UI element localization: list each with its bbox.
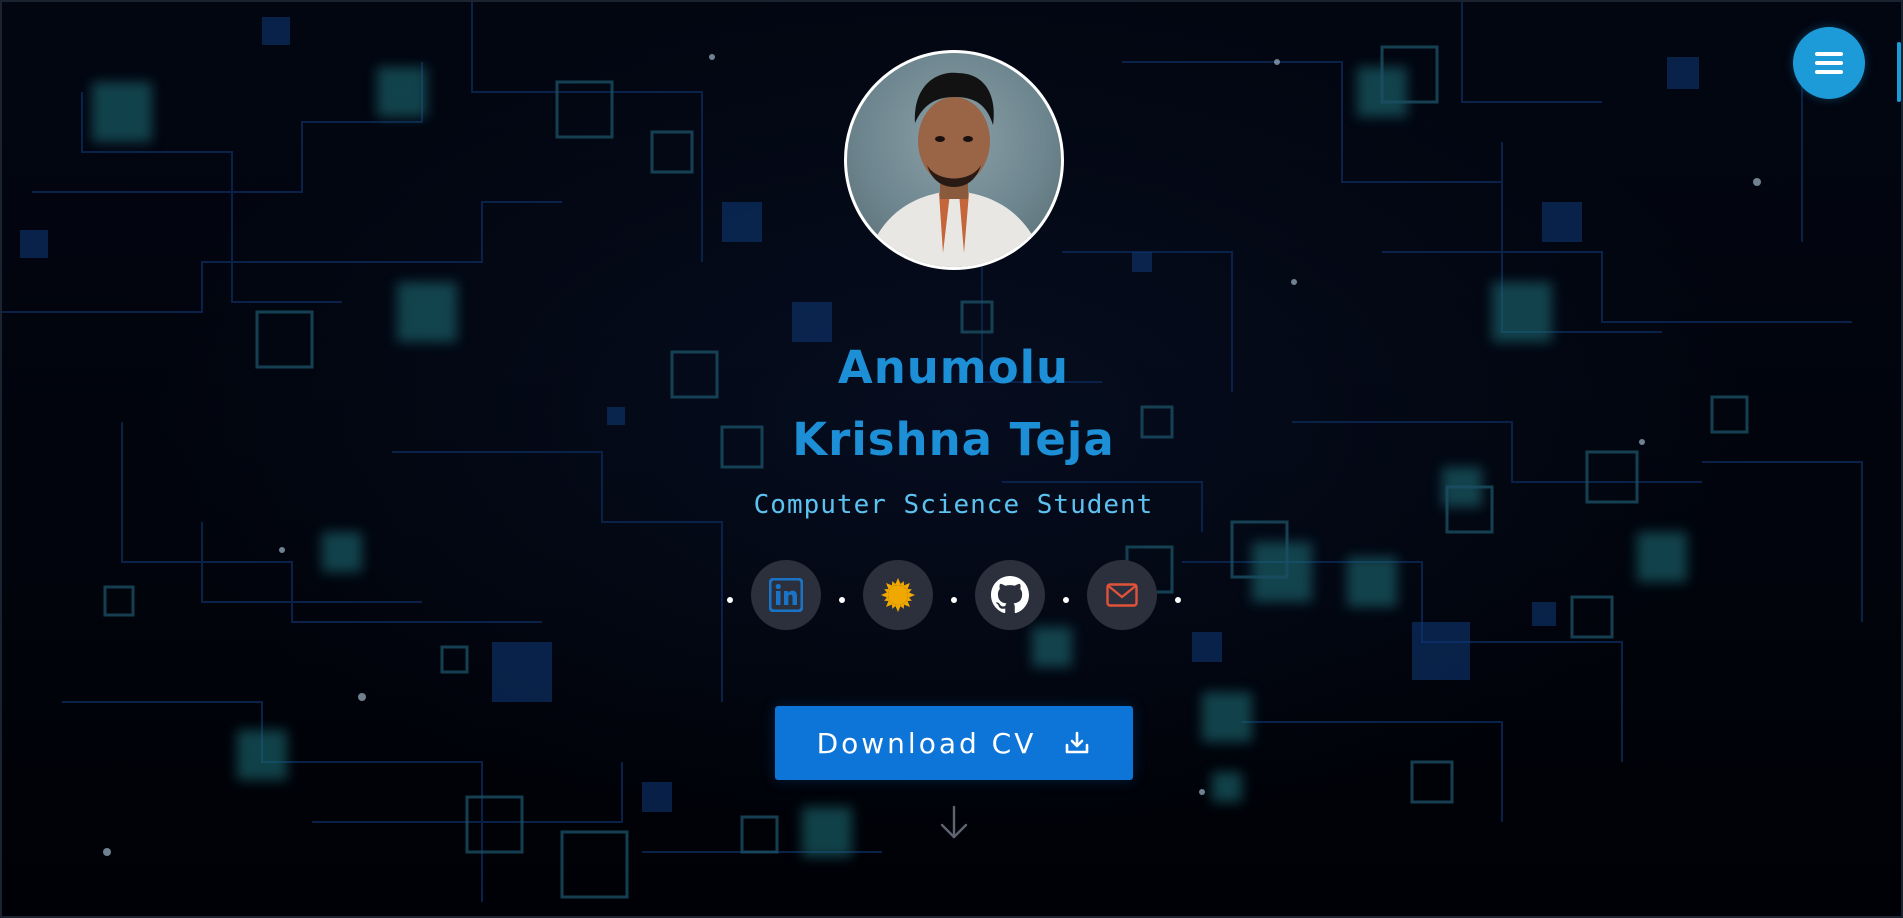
sun-link[interactable] <box>862 560 933 630</box>
github-icon <box>990 576 1029 614</box>
avatar-portrait <box>864 72 1045 267</box>
scroll-down-arrow-icon[interactable] <box>936 804 972 840</box>
mail-icon <box>1105 583 1138 607</box>
linkedin-icon <box>768 578 803 612</box>
profile-name: Anumolu Krishna Teja <box>792 332 1114 476</box>
download-cv-label: Download CV <box>816 726 1037 760</box>
last-name: Krishna Teja <box>792 413 1115 466</box>
separator-dot <box>838 597 845 603</box>
profile-role: Computer Science Student <box>753 490 1154 520</box>
separator-dot <box>950 597 957 603</box>
email-link[interactable] <box>1086 560 1157 630</box>
github-link[interactable] <box>974 560 1045 630</box>
separator-dot <box>726 597 733 603</box>
separator-dot <box>1062 597 1069 603</box>
profile-avatar <box>843 50 1064 270</box>
hero-section: Anumolu Krishna Teja Computer Science St… <box>0 0 1903 918</box>
linkedin-link[interactable] <box>750 560 821 630</box>
download-cv-button[interactable]: Download CV <box>774 706 1133 780</box>
sun-icon <box>880 578 915 612</box>
first-name: Anumolu <box>837 341 1070 394</box>
download-icon <box>1064 731 1090 755</box>
hero-content: Anumolu Krishna Teja Computer Science St… <box>2 2 1901 916</box>
social-links <box>709 560 1199 630</box>
separator-dot <box>1174 597 1181 603</box>
